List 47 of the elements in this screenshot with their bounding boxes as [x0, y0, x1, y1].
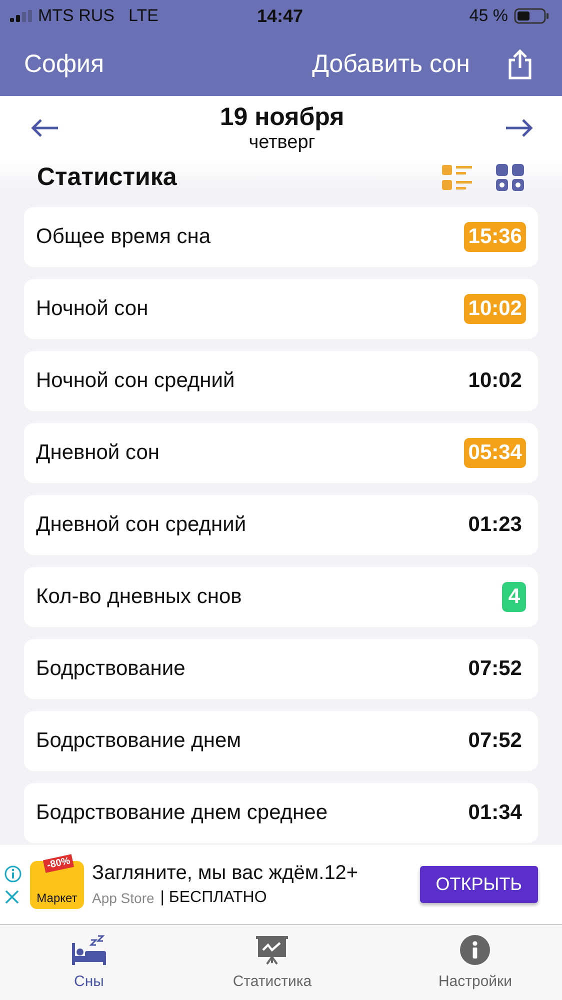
ad-headline: Загляните, мы вас ждём.12+ — [92, 862, 360, 885]
stat-value: 10:02 — [467, 368, 523, 394]
stat-label: Дневной сон средний — [36, 513, 246, 537]
stat-label: Общее время сна — [36, 225, 211, 249]
open-button[interactable]: ОТКРЫТЬ — [420, 866, 538, 903]
stat-label: Бодрствование — [36, 657, 186, 681]
info-icon[interactable] — [4, 864, 22, 882]
app-icon-label: Маркет — [36, 890, 78, 904]
add-sleep-link[interactable]: Добавить сон — [312, 50, 470, 78]
stat-value: 01:23 — [467, 512, 523, 538]
weekday-label: четверг — [248, 132, 316, 154]
discount-tag: -80% — [42, 854, 74, 872]
stat-label: Ночной сон — [36, 297, 148, 321]
close-icon[interactable] — [4, 888, 20, 904]
stat-value: 07:52 — [467, 728, 523, 754]
share-icon[interactable] — [506, 48, 534, 80]
stat-label: Бодрствование днем — [36, 729, 242, 753]
tab-item[interactable]: Статистика — [232, 925, 312, 1000]
stat-value: 07:52 — [467, 656, 523, 682]
tab-item[interactable]: Настройки — [438, 925, 512, 1000]
stat-value: 01:34 — [467, 800, 523, 826]
stat-value: 15:36 — [464, 222, 526, 252]
stat-label: Дневной сон — [36, 441, 160, 465]
network-type: LTE — [128, 6, 158, 26]
info-icon — [460, 935, 490, 965]
section-title: Статистика — [37, 163, 177, 192]
stat-value: 4 — [502, 582, 526, 612]
previous-arrow-icon[interactable] — [30, 118, 60, 138]
stat-label: Ночной сон средний — [36, 369, 235, 393]
tab-item[interactable]: Сны — [72, 925, 106, 1000]
battery-icon — [514, 8, 550, 24]
presentation-chart-icon — [256, 935, 288, 965]
stat-label: Кол-во дневных снов — [36, 585, 242, 609]
profile-name[interactable]: София — [24, 50, 104, 78]
next-arrow-icon[interactable] — [504, 118, 534, 138]
clock-time: 14:47 — [256, 6, 304, 26]
price-label: | БЕСПЛАТНО — [160, 889, 267, 907]
carrier-name: MTS RUS — [38, 6, 114, 26]
bed-icon — [72, 935, 106, 965]
grid-view-icon[interactable] — [496, 164, 526, 192]
store-label: App Store — [92, 890, 154, 906]
stat-label: Бодрствование днем среднее — [36, 801, 328, 825]
stat-value: 05:34 — [464, 438, 526, 468]
signal-icon — [10, 10, 32, 22]
battery-percent: 45 % — [469, 6, 508, 26]
date-title: 19 ноября — [220, 102, 344, 132]
stat-value: 10:02 — [464, 294, 526, 324]
